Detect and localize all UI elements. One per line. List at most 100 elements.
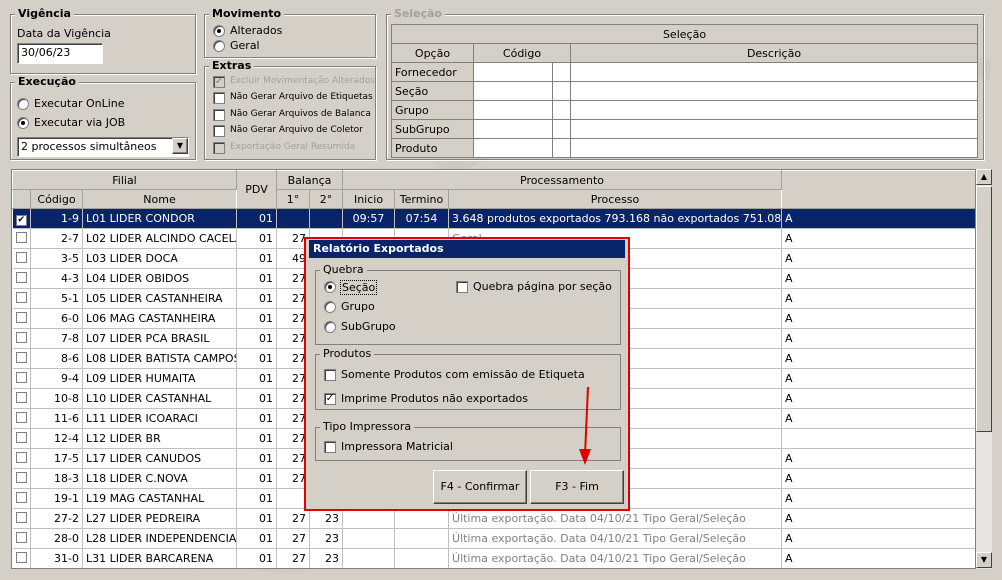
produtos-nao-exportados-label[interactable]: Imprime Produtos não exportados bbox=[341, 392, 528, 405]
extras-checkbox-2[interactable] bbox=[213, 109, 225, 121]
grid-cell-check[interactable] bbox=[12, 548, 31, 568]
extras-label-2[interactable]: Não Gerar Arquivos de Balanca bbox=[230, 109, 371, 119]
grid-cell-processo: 3.648 produtos exportados 793.168 não ex… bbox=[448, 208, 783, 229]
table-row[interactable]: 28-0 L28 LIDER INDEPENDENCIA 01 27 23 Última … bbox=[12, 528, 975, 549]
row-checkbox[interactable] bbox=[15, 531, 27, 543]
grid-cell-status: A bbox=[781, 348, 975, 369]
extras-checkbox-1[interactable] bbox=[213, 92, 225, 104]
grid-cell-check[interactable] bbox=[12, 228, 31, 249]
selecao-descricao-cell bbox=[570, 100, 978, 120]
quebra-subgrupo-label[interactable]: SubGrupo bbox=[341, 320, 396, 333]
grid-cell-processo: Última exportação. Data 04/10/21 Tipo Ge… bbox=[448, 528, 783, 549]
quebra-pagina-checkbox[interactable] bbox=[456, 281, 468, 293]
table-row[interactable]: ✔ 1-9 L01 LIDER CONDOR 01 09:57 07:54 3.648 pr… bbox=[12, 208, 975, 229]
execucao-online-label[interactable]: Executar OnLine bbox=[34, 97, 125, 110]
grid-cell-nome: L11 LIDER ICOARACI bbox=[82, 408, 237, 429]
grid-cell-check[interactable] bbox=[12, 468, 31, 489]
grid-cell-check[interactable] bbox=[12, 508, 31, 529]
grid-cell-check[interactable] bbox=[12, 328, 31, 349]
scroll-thumb[interactable] bbox=[976, 186, 992, 432]
row-checkbox[interactable] bbox=[15, 231, 27, 243]
row-checkbox[interactable] bbox=[15, 251, 27, 263]
row-checkbox[interactable] bbox=[15, 411, 27, 423]
execucao-job-radio[interactable] bbox=[17, 117, 29, 129]
selecao-codigo-cell[interactable] bbox=[473, 81, 553, 101]
quebra-title: Quebra bbox=[320, 263, 367, 276]
selecao-extra-cell[interactable] bbox=[552, 138, 571, 158]
extras-checkbox-3[interactable] bbox=[213, 125, 225, 137]
selecao-codigo-cell[interactable] bbox=[473, 100, 553, 120]
selecao-codigo-cell[interactable] bbox=[473, 62, 553, 82]
selecao-extra-cell[interactable] bbox=[552, 62, 571, 82]
row-checkbox[interactable] bbox=[15, 311, 27, 323]
extras-label-1[interactable]: Não Gerar Arquivo de Etiquetas bbox=[230, 92, 373, 102]
selecao-codigo-cell[interactable] bbox=[473, 119, 553, 139]
fim-button[interactable]: F3 - Fim bbox=[530, 470, 624, 504]
movimento-alterados-label[interactable]: Alterados bbox=[230, 24, 282, 37]
selecao-extra-cell[interactable] bbox=[552, 81, 571, 101]
execucao-online-radio[interactable] bbox=[17, 98, 29, 110]
row-checkbox[interactable]: ✔ bbox=[15, 214, 27, 226]
grid-cell-check[interactable] bbox=[12, 248, 31, 269]
quebra-grupo-radio[interactable] bbox=[324, 301, 336, 313]
grid-cell-check[interactable]: ✔ bbox=[12, 208, 31, 229]
grid-cell-check[interactable] bbox=[12, 428, 31, 449]
confirmar-button[interactable]: F4 - Confirmar bbox=[433, 470, 527, 504]
grid-cell-check[interactable] bbox=[12, 408, 31, 429]
row-checkbox[interactable] bbox=[15, 511, 27, 523]
produtos-nao-exportados-checkbox[interactable]: ✓ bbox=[324, 393, 336, 405]
grid-vertical-scrollbar[interactable]: ▲ ▼ bbox=[976, 169, 992, 569]
grid-cell-check[interactable] bbox=[12, 288, 31, 309]
quebra-subgrupo-radio[interactable] bbox=[324, 321, 336, 333]
movimento-geral-radio[interactable] bbox=[213, 40, 225, 52]
table-row[interactable]: 31-0 L31 LIDER BARCARENA 01 27 23 Última expo… bbox=[12, 548, 975, 568]
grid-cell-check[interactable] bbox=[12, 368, 31, 389]
row-checkbox[interactable] bbox=[15, 351, 27, 363]
impressora-matricial-checkbox[interactable] bbox=[324, 441, 336, 453]
row-checkbox[interactable] bbox=[15, 271, 27, 283]
row-checkbox[interactable] bbox=[15, 551, 27, 563]
movimento-alterados-radio[interactable] bbox=[213, 25, 225, 37]
row-checkbox[interactable] bbox=[15, 291, 27, 303]
execucao-job-label[interactable]: Executar via JOB bbox=[34, 116, 125, 129]
produtos-etiqueta-checkbox[interactable] bbox=[324, 369, 336, 381]
movimento-geral-label[interactable]: Geral bbox=[230, 39, 260, 52]
scroll-up-icon[interactable]: ▲ bbox=[976, 169, 992, 185]
grid-cell-check[interactable] bbox=[12, 488, 31, 509]
row-checkbox[interactable] bbox=[15, 491, 27, 503]
selecao-row-label: Grupo bbox=[391, 100, 474, 120]
grid-cell-check[interactable] bbox=[12, 448, 31, 469]
quebra-pagina-label[interactable]: Quebra página por seção bbox=[473, 280, 612, 293]
impressora-matricial-label[interactable]: Impressora Matricial bbox=[341, 440, 453, 453]
quebra-secao-label[interactable]: Seção bbox=[340, 280, 378, 295]
selecao-codigo-cell[interactable] bbox=[473, 138, 553, 158]
quebra-grupo-label[interactable]: Grupo bbox=[341, 300, 375, 313]
row-checkbox[interactable] bbox=[15, 471, 27, 483]
vigencia-date-input[interactable]: 30/06/23 bbox=[17, 43, 103, 64]
table-row[interactable]: 27-2 L27 LIDER PEDREIRA 01 27 23 Última expor… bbox=[12, 508, 975, 529]
row-checkbox[interactable] bbox=[15, 331, 27, 343]
quebra-secao-radio[interactable] bbox=[324, 281, 336, 293]
grid-cell-pdv: 01 bbox=[236, 508, 277, 529]
chevron-down-icon[interactable]: ▼ bbox=[172, 138, 188, 154]
row-checkbox[interactable] bbox=[15, 451, 27, 463]
grid-cell-check[interactable] bbox=[12, 528, 31, 549]
movimento-title: Movimento bbox=[209, 7, 285, 20]
selecao-extra-cell[interactable] bbox=[552, 119, 571, 139]
extras-label-3[interactable]: Não Gerar Arquivo de Coletor bbox=[230, 125, 363, 135]
grid-cell-check[interactable] bbox=[12, 308, 31, 329]
grid-cell-check[interactable] bbox=[12, 388, 31, 409]
scroll-down-icon[interactable]: ▼ bbox=[976, 552, 992, 568]
grid-cell-check[interactable] bbox=[12, 348, 31, 369]
selecao-extra-cell[interactable] bbox=[552, 100, 571, 120]
produtos-etiqueta-label[interactable]: Somente Produtos com emissão de Etiqueta bbox=[341, 368, 585, 381]
row-checkbox[interactable] bbox=[15, 391, 27, 403]
processos-select[interactable]: 2 processos simultâneos ▼ bbox=[17, 137, 189, 157]
row-checkbox[interactable] bbox=[15, 371, 27, 383]
row-checkbox[interactable] bbox=[15, 431, 27, 443]
selecao-row-label: Fornecedor bbox=[391, 62, 474, 82]
selecao-group: Seleção Seleção Opção Código Descrição F… bbox=[386, 7, 984, 160]
grid-cell-check[interactable] bbox=[12, 268, 31, 289]
grid-cell-codigo: 8-6 bbox=[30, 348, 83, 369]
processos-select-value: 2 processos simultâneos bbox=[21, 140, 157, 153]
